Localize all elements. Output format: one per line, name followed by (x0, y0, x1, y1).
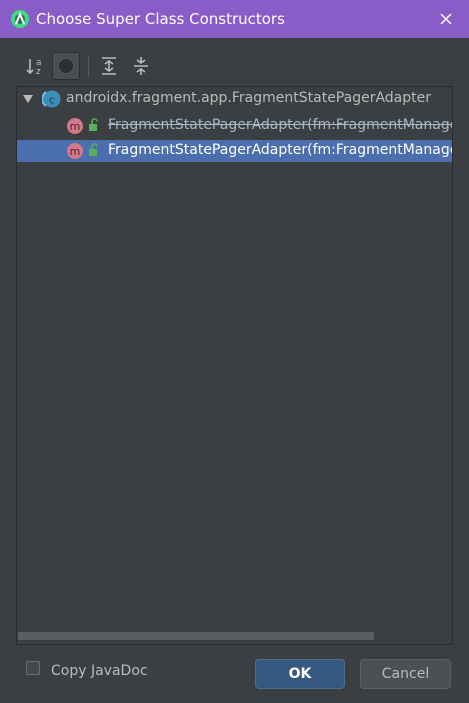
ok-button[interactable]: OK (255, 659, 345, 689)
horizontal-scrollbar[interactable] (18, 632, 374, 640)
toolbar-separator (88, 55, 89, 77)
method-icon: m (67, 118, 83, 134)
svg-text:m: m (70, 120, 81, 133)
constructor-label: FragmentStatePagerAdapter(fm:FragmentMan… (108, 142, 453, 158)
close-icon[interactable] (432, 5, 460, 33)
svg-text:m: m (70, 145, 81, 158)
show-inherited-button[interactable] (52, 52, 80, 80)
title-bar: Choose Super Class Constructors (0, 0, 469, 38)
class-icon: c (42, 90, 61, 108)
method-icon: m (67, 143, 83, 159)
collapse-all-icon[interactable] (127, 52, 155, 80)
copy-javadoc-checkbox[interactable] (26, 661, 40, 675)
expand-all-icon[interactable] (95, 52, 123, 80)
tree-root-row[interactable]: c androidx.fragment.app.FragmentStatePag… (17, 88, 452, 110)
cancel-button[interactable]: Cancel (360, 659, 451, 689)
window-title: Choose Super Class Constructors (36, 10, 285, 28)
public-lock-icon (89, 143, 98, 156)
copy-javadoc-label[interactable]: Copy JavaDoc (51, 663, 148, 679)
svg-text:z: z (36, 67, 41, 77)
tree-item-constructor-deprecated[interactable]: m FragmentStatePagerAdapter(fm:FragmentM… (17, 115, 453, 137)
public-lock-icon (89, 118, 98, 131)
android-studio-icon (11, 10, 29, 28)
show-inherited-icon (58, 58, 74, 74)
expand-triangle-icon[interactable] (22, 93, 34, 105)
sort-alphabetically-icon[interactable]: a z (22, 52, 50, 80)
constructor-tree[interactable]: c androidx.fragment.app.FragmentStatePag… (16, 86, 453, 645)
tree-root-label: androidx.fragment.app.FragmentStatePager… (66, 90, 431, 106)
tree-item-constructor-selected[interactable]: m FragmentStatePagerAdapter(fm:FragmentM… (17, 140, 453, 162)
constructor-label: FragmentStatePagerAdapter(fm:FragmentMan… (108, 117, 453, 133)
svg-text:c: c (49, 94, 55, 107)
